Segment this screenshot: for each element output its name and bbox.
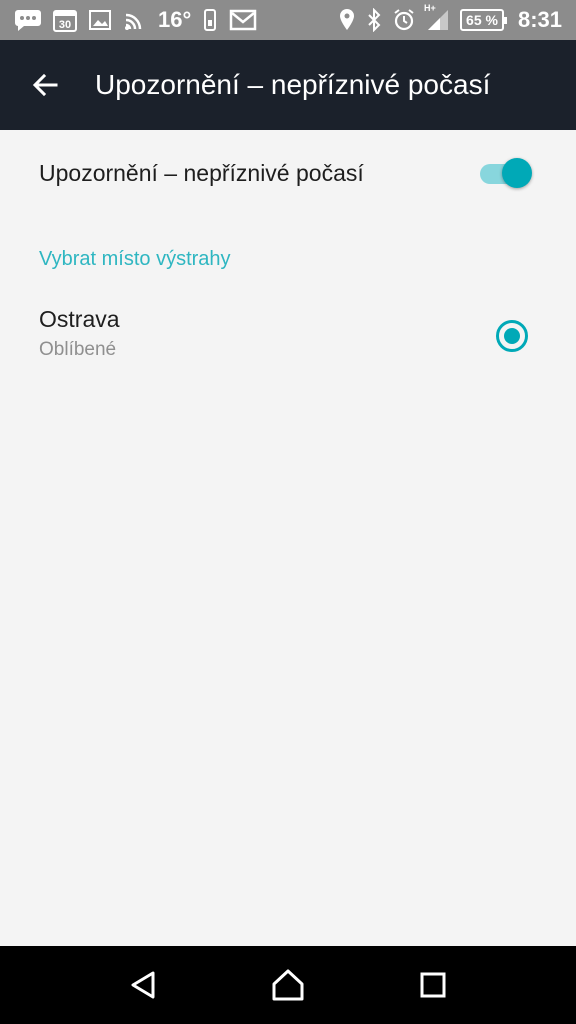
- recents-icon: [420, 972, 446, 998]
- signal-icon: H+: [424, 3, 450, 33]
- arrow-back-icon: [32, 73, 58, 97]
- weather-alert-toggle-row[interactable]: Upozornění – nepříznivé počasí: [0, 130, 576, 216]
- chat-icon: [14, 7, 42, 33]
- navigation-bar: [0, 946, 576, 1024]
- location-icon: [338, 7, 356, 33]
- bluetooth-icon: [366, 7, 382, 33]
- nav-recents-button[interactable]: [403, 955, 463, 1015]
- network-type-text: H+: [424, 3, 436, 13]
- image-icon: [88, 7, 112, 33]
- nav-back-button[interactable]: [113, 955, 173, 1015]
- mail-icon: [229, 7, 257, 33]
- status-bar-left: 30 16°: [14, 7, 257, 33]
- home-icon: [272, 969, 304, 1001]
- back-button[interactable]: [15, 55, 75, 115]
- switch-thumb: [502, 158, 532, 188]
- alarm-icon: [392, 7, 416, 33]
- nav-home-button[interactable]: [258, 955, 318, 1015]
- app-bar: Upozornění – nepříznivé počasí: [0, 40, 576, 130]
- calendar-day-text: 30: [59, 19, 71, 31]
- location-radio-button[interactable]: [496, 320, 528, 352]
- settings-list: Upozornění – nepříznivé počasí Vybrat mí…: [0, 130, 576, 384]
- status-bar-right: H+ 65 % 8:31: [338, 3, 562, 33]
- back-triangle-icon: [131, 971, 155, 999]
- status-bar: 30 16° H+ 65 % 8:31: [0, 0, 576, 40]
- clock-text: 8:31: [517, 7, 562, 32]
- page-title: Upozornění – nepříznivé počasí: [95, 69, 491, 100]
- temperature-text: 16°: [158, 7, 192, 32]
- radio-selected-dot: [504, 328, 520, 344]
- calendar-icon: 30: [52, 7, 78, 33]
- location-name: Ostrava: [39, 306, 120, 332]
- phone-icon: [201, 7, 219, 33]
- screen: 30 16° H+ 65 % 8:31 Upozornění – nepřízn…: [0, 0, 576, 1024]
- battery-indicator: 65 %: [460, 9, 507, 31]
- nfc-icon: [122, 7, 148, 33]
- section-header: Vybrat místo výstrahy: [39, 247, 231, 270]
- weather-alert-switch[interactable]: [480, 158, 532, 188]
- location-item-ostrava[interactable]: Ostrava Oblíbené: [0, 298, 576, 384]
- weather-alert-toggle-label: Upozornění – nepříznivé počasí: [39, 159, 364, 186]
